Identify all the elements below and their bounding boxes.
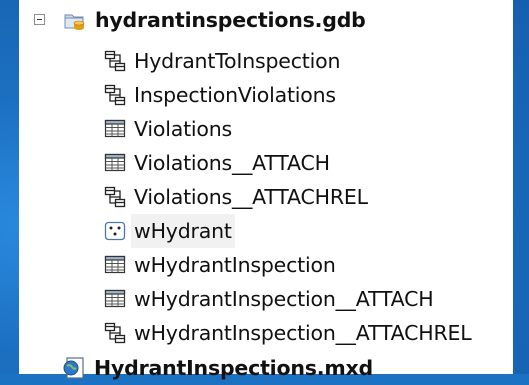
tree-item-label: Violations__ATTACH — [134, 151, 330, 175]
tree-item-violations-attach[interactable]: Violations__ATTACH — [104, 146, 330, 180]
relationship-class-icon — [104, 84, 126, 106]
tree-item-label: wHydrantInspection — [134, 253, 336, 277]
relationship-class-icon — [104, 186, 126, 208]
map-document-label: HydrantInspections.mxd — [94, 356, 374, 380]
tree-item-label: wHydrantInspection__ATTACHREL — [134, 321, 472, 345]
relationship-class-icon — [104, 322, 126, 344]
geodatabase-icon — [63, 9, 87, 31]
table-icon — [104, 118, 126, 140]
tree-item-whydrant[interactable]: wHydrant — [104, 214, 235, 248]
table-icon — [104, 288, 126, 310]
tree-node-map-document[interactable]: HydrantInspections.mxd — [62, 351, 373, 385]
tree-item-violations-attachrel[interactable]: Violations__ATTACHREL — [104, 180, 368, 214]
tree-node-geodatabase[interactable]: hydrantinspections.gdb — [19, 3, 513, 37]
tree-item-label: wHydrantInspection__ATTACH — [134, 287, 434, 311]
tree-item-label: InspectionViolations — [134, 83, 336, 107]
tree-item-inspectionviolations[interactable]: InspectionViolations — [104, 78, 336, 112]
map-document-icon — [62, 356, 86, 380]
tree-item-hydranttoinspection[interactable]: HydrantToInspection — [104, 44, 340, 78]
tree-item-label: Violations — [134, 117, 233, 141]
point-feature-class-icon — [104, 220, 126, 242]
collapse-toggle-icon[interactable] — [34, 14, 45, 25]
table-icon — [104, 254, 126, 276]
tree-item-whydrantinspection-attach[interactable]: wHydrantInspection__ATTACH — [104, 282, 434, 316]
tree-item-label: wHydrant — [131, 214, 235, 248]
tree-item-violations[interactable]: Violations — [104, 112, 232, 146]
table-icon — [104, 152, 126, 174]
relationship-class-icon — [104, 50, 126, 72]
tree-item-label: HydrantToInspection — [134, 49, 341, 73]
tree-item-label: Violations__ATTACHREL — [134, 185, 368, 209]
tree-item-whydrantinspection-attachrel[interactable]: wHydrantInspection__ATTACHREL — [104, 316, 472, 350]
tree-item-whydrantinspection[interactable]: wHydrantInspection — [104, 248, 336, 282]
geodatabase-label: hydrantinspections.gdb — [95, 8, 366, 32]
catalog-tree-panel: hydrantinspections.gdb HydrantToInspecti… — [19, 0, 513, 380]
